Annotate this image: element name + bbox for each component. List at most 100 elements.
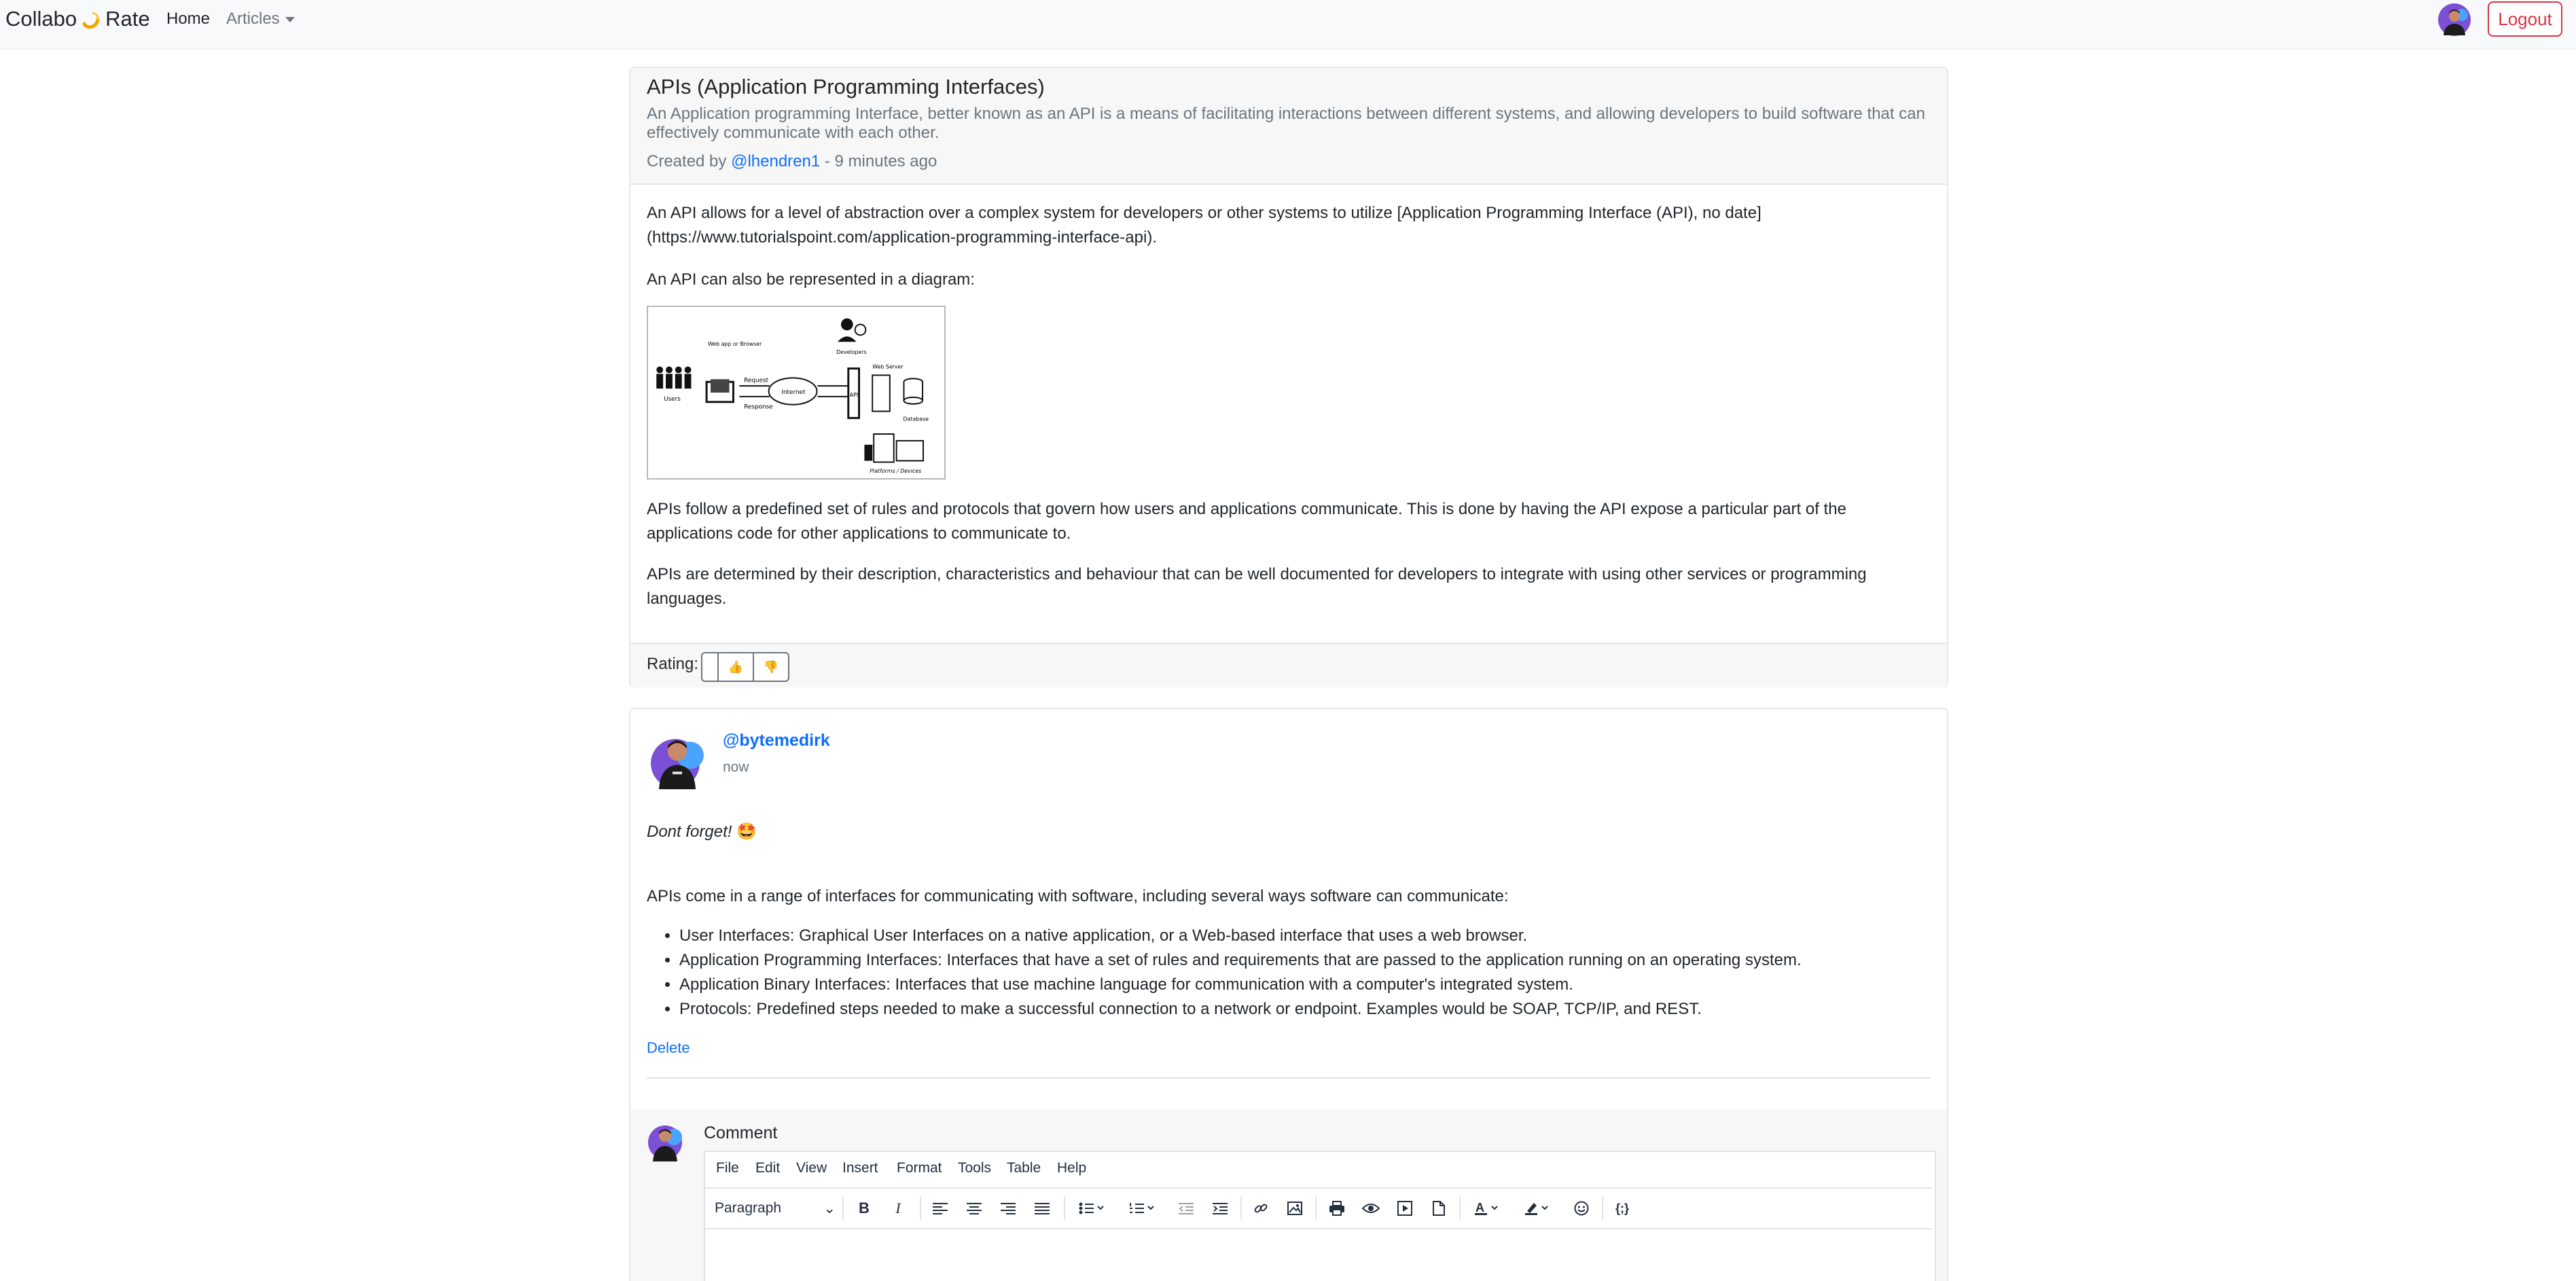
created-time: - 9 minutes ago xyxy=(824,152,937,170)
comment-highlight: Dont forget! 🤩 xyxy=(647,822,757,842)
article-paragraph-4: APIs are determined by their description… xyxy=(647,565,1867,608)
bullet-list-icon xyxy=(1079,1202,1104,1214)
logo-swirl-icon xyxy=(82,12,100,29)
list-item: Application Binary Interfaces: Interface… xyxy=(679,973,1943,997)
highlighter-icon xyxy=(1525,1203,1548,1215)
align-left-icon xyxy=(933,1203,948,1214)
top-navbar: Collabo Rate Home Articles Logout xyxy=(0,0,2576,50)
align-left-button[interactable] xyxy=(927,1195,954,1221)
menu-file[interactable]: File xyxy=(716,1160,739,1176)
outdent-icon xyxy=(1179,1203,1194,1214)
created-by-label: Created by xyxy=(647,152,727,170)
italic-button[interactable]: I xyxy=(884,1195,912,1221)
toolbar-separator xyxy=(842,1197,844,1220)
insert-link-button[interactable] xyxy=(1247,1195,1274,1221)
comment-italic-text: Dont forget! xyxy=(647,823,732,841)
text-color-icon: A xyxy=(1475,1201,1498,1215)
menu-help[interactable]: Help xyxy=(1057,1160,1086,1176)
editor-toolbar: Paragraph ⌄ B I A {;} xyxy=(705,1189,1932,1229)
nav-home-link[interactable]: Home xyxy=(166,10,210,29)
insert-image-button[interactable] xyxy=(1281,1195,1308,1221)
justify-button[interactable] xyxy=(1028,1195,1056,1221)
current-user-avatar xyxy=(648,1125,682,1161)
diagram-users-label: Users xyxy=(664,396,681,403)
toolbar-separator xyxy=(1064,1197,1065,1220)
caret-down-icon xyxy=(285,16,295,22)
block-format-select[interactable]: Paragraph ⌄ xyxy=(715,1195,836,1221)
nav-articles-dropdown[interactable]: Articles xyxy=(226,10,295,29)
menu-view[interactable]: View xyxy=(796,1160,827,1176)
emoji-button[interactable] xyxy=(1568,1195,1595,1221)
emoji-icon xyxy=(1574,1201,1589,1216)
rating-neutral-button[interactable] xyxy=(701,652,719,682)
comment-card: @bytemedirk now Dont forget! 🤩 APIs come… xyxy=(629,708,1948,1281)
thumbs-down-button[interactable]: 👎 xyxy=(753,652,789,682)
diagram-request-label: Request xyxy=(744,377,768,384)
chevron-down-icon: ⌄ xyxy=(823,1200,836,1216)
brand-logo[interactable]: Collabo Rate xyxy=(5,7,150,31)
menu-insert[interactable]: Insert xyxy=(842,1160,878,1176)
menu-tools[interactable]: Tools xyxy=(958,1160,991,1176)
image-icon xyxy=(1287,1202,1302,1215)
diagram-database-label: Database xyxy=(904,416,929,422)
print-icon xyxy=(1329,1201,1344,1216)
numbered-list-icon xyxy=(1130,1203,1154,1213)
comment-field-label: Comment xyxy=(704,1123,778,1142)
rating-label: Rating: xyxy=(647,655,699,673)
diagram-api-label: API xyxy=(850,392,858,398)
comment-editor-content[interactable] xyxy=(705,1229,1932,1281)
bold-button[interactable]: B xyxy=(851,1195,878,1221)
author-link[interactable]: @lhendren1 xyxy=(731,152,820,170)
comment-intro: APIs come in a range of interfaces for c… xyxy=(647,887,1509,905)
menu-edit[interactable]: Edit xyxy=(755,1160,780,1176)
text-color-button[interactable]: A xyxy=(1467,1195,1508,1221)
bullet-list-button[interactable] xyxy=(1072,1195,1113,1221)
toolbar-separator xyxy=(920,1197,921,1220)
logout-button[interactable]: Logout xyxy=(2488,1,2562,37)
user-avatar[interactable] xyxy=(2437,3,2471,37)
numbered-list-button[interactable] xyxy=(1122,1195,1163,1221)
comment-avatar xyxy=(651,739,704,789)
article-title: APIs (Application Programming Interfaces… xyxy=(647,75,1045,98)
highlight-color-button[interactable] xyxy=(1518,1195,1558,1221)
insert-media-button[interactable] xyxy=(1391,1195,1418,1221)
media-icon xyxy=(1397,1201,1412,1216)
svg-text:A: A xyxy=(1475,1201,1484,1214)
toolbar-separator xyxy=(1459,1197,1461,1220)
menu-table[interactable]: Table xyxy=(1007,1160,1041,1176)
article-paragraph-2: An API can also be represented in a diag… xyxy=(647,270,975,289)
article-meta: Created by @lhendren1 - 9 minutes ago xyxy=(647,152,937,171)
align-right-button[interactable] xyxy=(995,1195,1022,1221)
thumbs-up-button[interactable]: 👍 xyxy=(717,652,754,682)
brand-name-right: Rate xyxy=(105,7,150,31)
eye-icon xyxy=(1362,1204,1380,1213)
print-button[interactable] xyxy=(1323,1195,1350,1221)
article-header: APIs (Application Programming Interfaces… xyxy=(630,68,1947,185)
divider xyxy=(647,1077,1931,1079)
new-document-button[interactable] xyxy=(1425,1195,1452,1221)
italic-icon: I xyxy=(895,1199,901,1216)
star-struck-emoji-icon: 🤩 xyxy=(736,823,757,841)
preview-button[interactable] xyxy=(1357,1195,1384,1221)
rich-text-editor: File Edit View Insert Format Tools Table… xyxy=(704,1151,1936,1281)
link-icon xyxy=(1254,1204,1268,1213)
diagram-response-label: Response xyxy=(744,404,772,411)
diagram-webapp-label: Web app or Browser xyxy=(708,341,762,347)
indent-button[interactable] xyxy=(1206,1195,1234,1221)
code-sample-button[interactable]: {;} xyxy=(1609,1195,1636,1221)
align-center-button[interactable] xyxy=(961,1195,988,1221)
comment-username-link[interactable]: @bytemedirk xyxy=(723,731,830,751)
thumbs-up-icon: 👍 xyxy=(728,660,744,674)
diagram-internet-label: Internet xyxy=(781,389,806,396)
api-diagram-image: Users Web app or Browser Request Respons… xyxy=(647,306,946,480)
delete-comment-link[interactable]: Delete xyxy=(647,1039,690,1057)
outdent-button[interactable] xyxy=(1173,1195,1200,1221)
menu-format[interactable]: Format xyxy=(897,1160,942,1176)
comment-bullet-list: User Interfaces: Graphical User Interfac… xyxy=(647,924,1943,1022)
diagram-webserver-label: Web Server xyxy=(872,364,904,370)
align-center-icon xyxy=(967,1203,982,1214)
toolbar-separator xyxy=(1240,1197,1242,1220)
article-summary: An Application programming Interface, be… xyxy=(647,105,1925,142)
indent-icon xyxy=(1213,1203,1228,1214)
brand-name-left: Collabo xyxy=(5,7,77,31)
